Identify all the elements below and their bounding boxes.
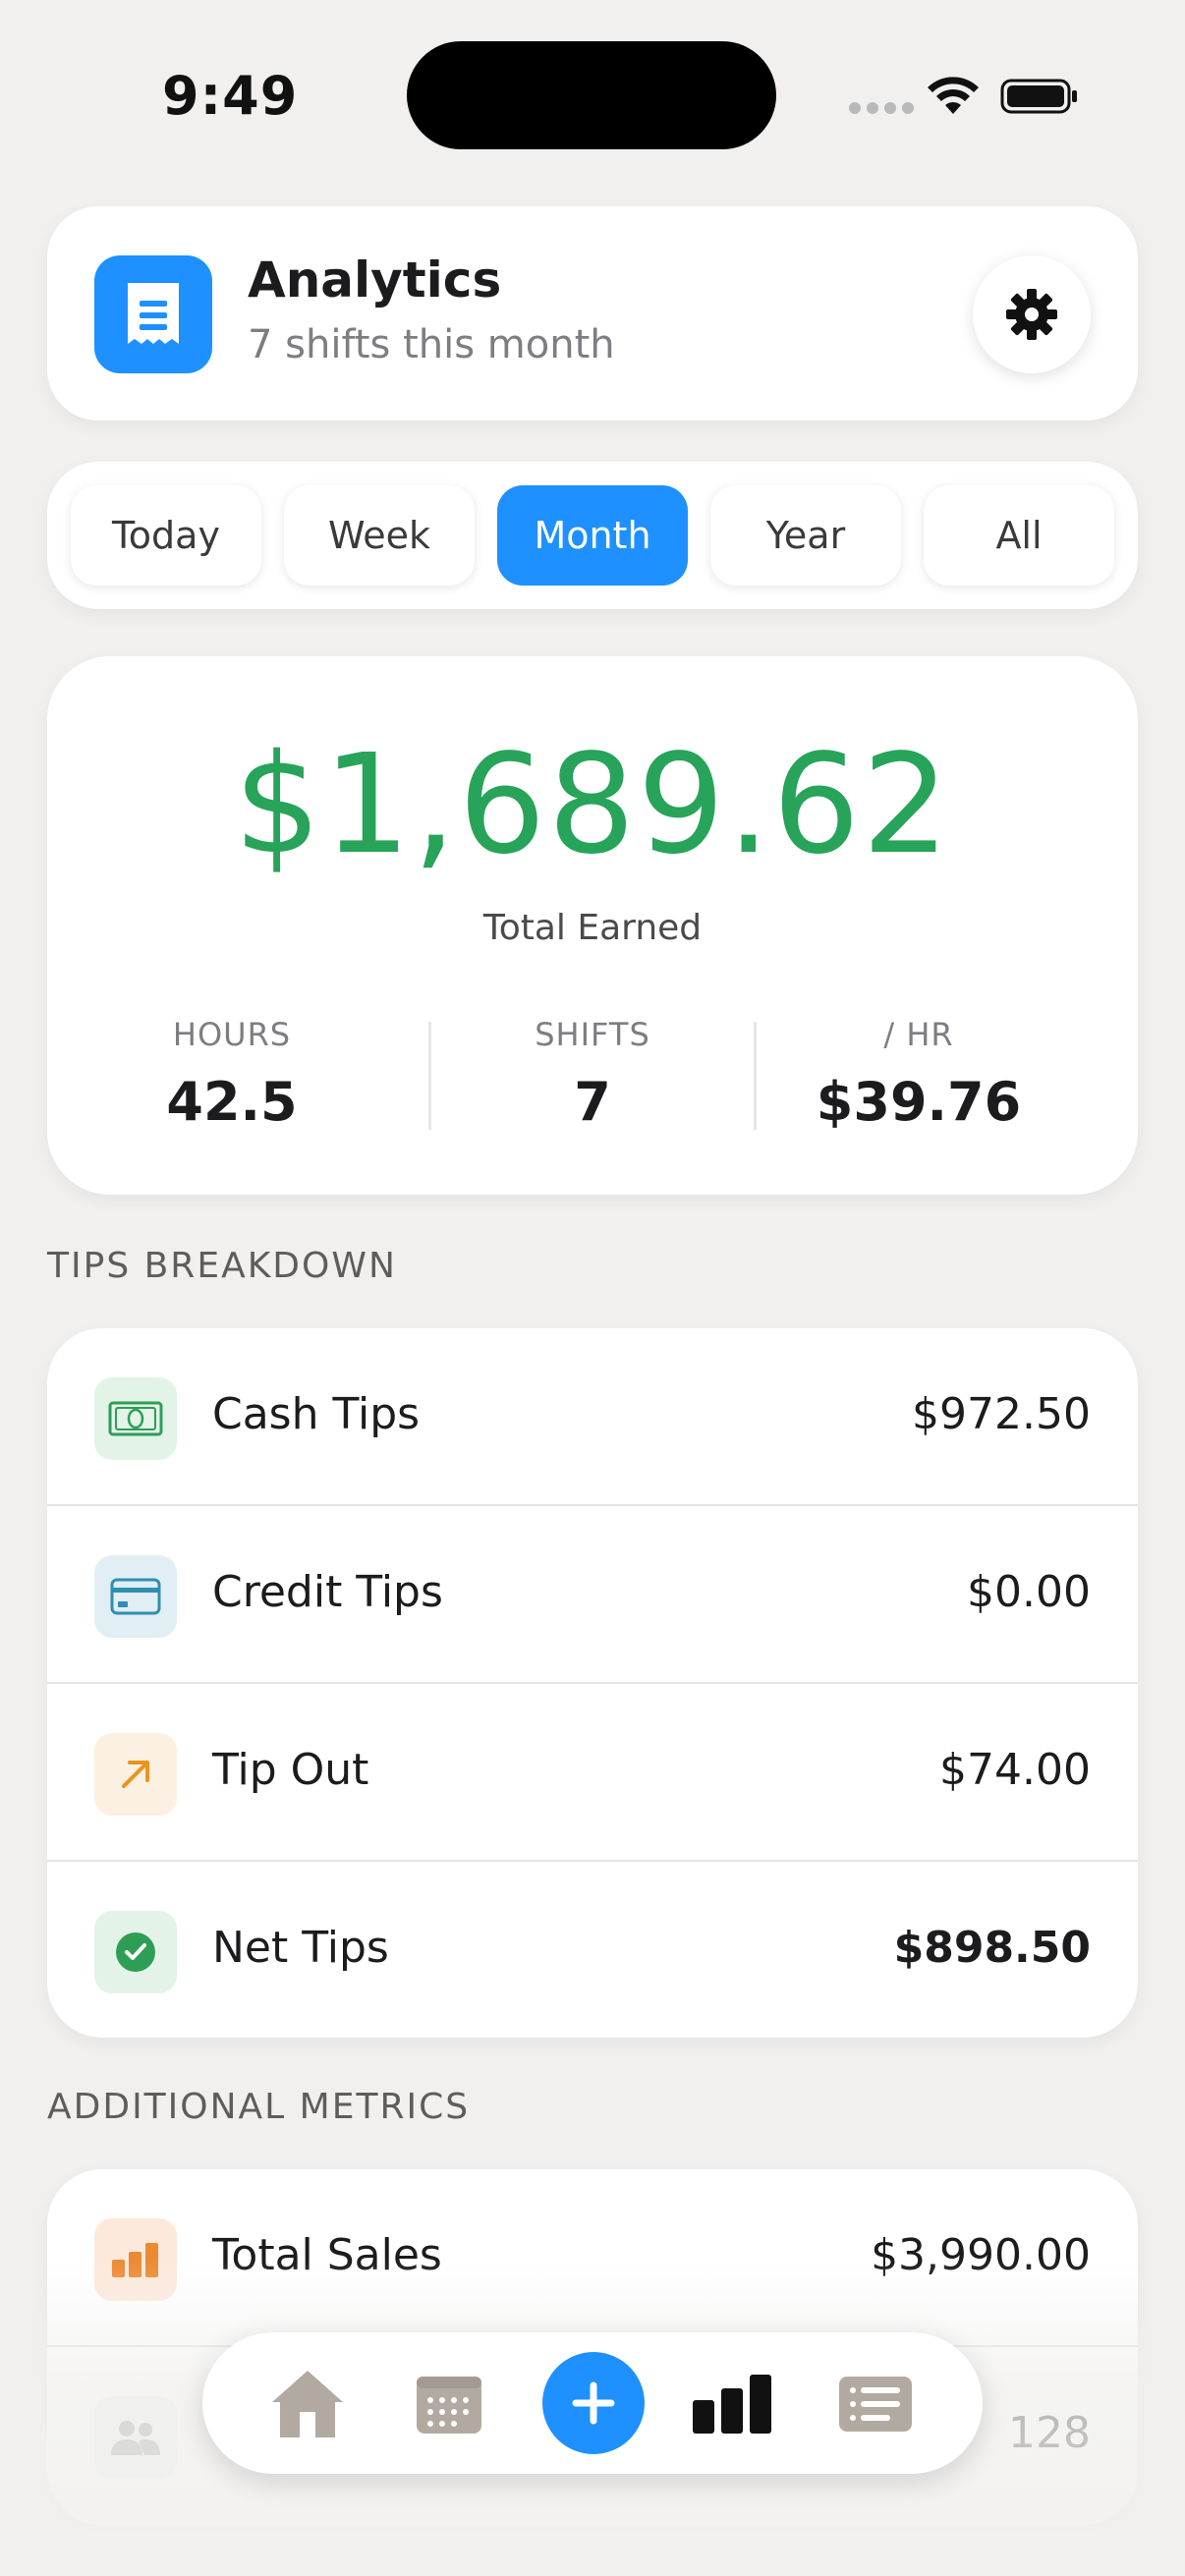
total-earned-card: $1,689.62 Total Earned HOURS 42.5 SHIFTS…: [47, 656, 1138, 1195]
header-card: Analytics 7 shifts this month: [47, 206, 1138, 420]
chart-icon: [693, 2375, 771, 2434]
tab-list[interactable]: [831, 2360, 920, 2448]
period-segmented-control: Today Week Month Year All: [47, 462, 1138, 609]
row-label: Cash Tips: [212, 1389, 421, 1439]
gear-icon: [1006, 289, 1057, 340]
receipt-icon: [94, 255, 212, 373]
cash-icon: [94, 1377, 177, 1460]
segment-all[interactable]: All: [924, 485, 1114, 586]
calendar-icon: [417, 2377, 481, 2434]
tab-analytics[interactable]: [688, 2360, 776, 2448]
dynamic-island: [407, 41, 776, 149]
stat-label: SHIFTS: [535, 1016, 650, 1053]
page-title: Analytics: [248, 252, 502, 308]
tab-calendar[interactable]: [405, 2360, 493, 2448]
stat-label: / HR: [883, 1016, 954, 1053]
list-item[interactable]: Cash Tips $972.50: [47, 1328, 1138, 1506]
row-label: Net Tips: [212, 1923, 389, 1973]
tips-breakdown-card: Cash Tips $972.50 Credit Tips $0.00 Tip …: [47, 1328, 1138, 2038]
row-value: $74.00: [939, 1745, 1091, 1795]
list-icon: [839, 2377, 912, 2432]
arrow-up-right-icon: [94, 1733, 177, 1816]
add-shift-button[interactable]: [542, 2352, 645, 2454]
page-subtitle: 7 shifts this month: [248, 322, 615, 367]
list-item[interactable]: Credit Tips $0.00: [47, 1506, 1138, 1684]
row-label: Tip Out: [212, 1745, 369, 1795]
status-bar: 9:49: [0, 0, 1185, 196]
stat-label: HOURS: [172, 1016, 292, 1053]
stat-value: $39.76: [816, 1071, 1022, 1133]
tab-home[interactable]: [263, 2360, 352, 2448]
section-header-metrics: ADDITIONAL METRICS: [47, 2087, 471, 2127]
row-label: Credit Tips: [212, 1567, 443, 1617]
checkmark-circle-icon: [94, 1911, 177, 1993]
segment-today[interactable]: Today: [71, 485, 261, 586]
segment-year[interactable]: Year: [710, 485, 901, 586]
credit-card-icon: [94, 1555, 177, 1638]
row-value: $972.50: [912, 1389, 1091, 1439]
wifi-icon: [928, 77, 979, 114]
row-value: $898.50: [893, 1923, 1091, 1973]
cellular-signal-icon: [849, 102, 914, 114]
segment-week[interactable]: Week: [284, 485, 475, 586]
battery-icon: [1000, 79, 1077, 114]
status-time: 9:49: [162, 65, 299, 127]
stat-value: 42.5: [166, 1071, 298, 1133]
stat-hours: HOURS 42.5: [70, 1016, 394, 1133]
stat-value: 7: [574, 1071, 611, 1133]
settings-button[interactable]: [973, 255, 1091, 373]
list-item[interactable]: Tip Out $74.00: [47, 1684, 1138, 1862]
home-icon: [272, 2371, 343, 2437]
tab-bar: [202, 2332, 983, 2474]
row-value: $0.00: [967, 1567, 1091, 1617]
segment-month[interactable]: Month: [497, 485, 688, 586]
stat-shifts: SHIFTS 7: [430, 1016, 755, 1133]
section-header-tips: TIPS BREAKDOWN: [47, 1246, 397, 1286]
add-icon: [572, 2381, 615, 2425]
total-earned-label: Total Earned: [482, 908, 703, 948]
list-item[interactable]: Net Tips $898.50: [47, 1862, 1138, 2038]
stat-per-hour: / HR $39.76: [757, 1016, 1081, 1133]
total-earned-amount: $1,689.62: [233, 725, 952, 885]
